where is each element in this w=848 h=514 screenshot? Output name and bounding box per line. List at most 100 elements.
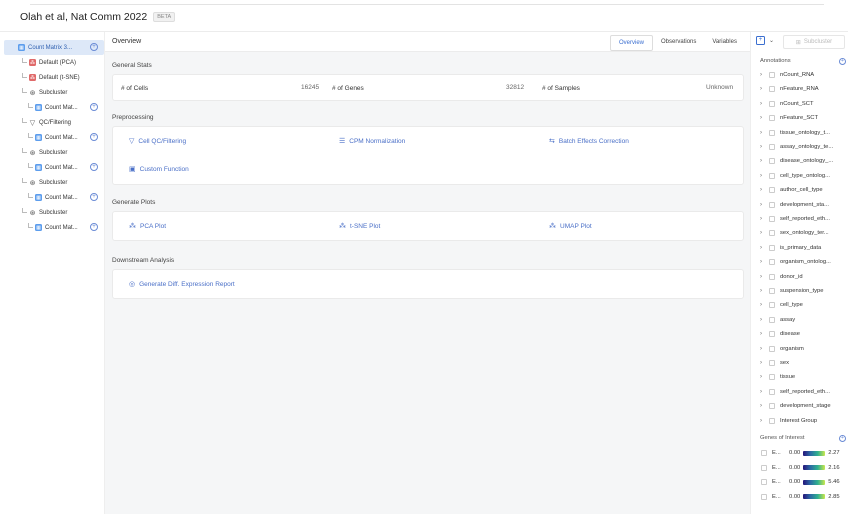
annotation-checkbox[interactable] [769,144,775,150]
gene-checkbox[interactable] [761,450,767,456]
add-child-button[interactable]: + [90,133,98,141]
add-child-button[interactable]: + [90,163,98,171]
annotation-checkbox[interactable] [769,345,775,352]
annotation-item[interactable]: › nFeature_RNA [760,82,819,96]
chevron-right-icon[interactable]: › [760,216,769,222]
tree-node[interactable]: ▦ Count Mat... + [4,130,104,145]
chevron-right-icon[interactable]: › [760,302,769,308]
add-child-button[interactable]: + [90,43,98,51]
annotation-checkbox[interactable] [769,388,775,395]
chevron-right-icon[interactable]: › [760,173,769,179]
tree-node[interactable]: ⊛ Subcluster [4,205,104,220]
annotation-checkbox[interactable] [769,244,775,251]
annotation-checkbox[interactable] [769,86,775,93]
chevron-right-icon[interactable]: › [760,274,769,280]
chevron-right-icon[interactable]: › [760,418,769,424]
annotation-item[interactable]: › organism [760,342,804,356]
annotation-item[interactable]: › self_reported_eth... [760,385,830,399]
annotation-checkbox[interactable] [769,374,775,381]
annotation-checkbox[interactable] [769,302,775,309]
annotation-checkbox[interactable] [769,259,775,266]
annotation-item[interactable]: › suspension_type [760,284,824,298]
chevron-right-icon[interactable]: › [760,245,769,251]
annotation-checkbox[interactable] [769,288,775,294]
tree-node[interactable]: ▽ QC/Filtering [4,115,104,130]
tree-node[interactable]: ⁂ Default (PCA) [4,55,104,70]
annotation-checkbox[interactable] [769,316,775,323]
annotation-item[interactable]: › cell_type [760,298,803,312]
add-child-button[interactable]: + [90,103,98,111]
umap-plot-button[interactable]: ⁂ UMAP Plot [549,222,592,231]
annotation-checkbox[interactable] [769,100,775,107]
annotation-checkbox[interactable] [769,172,775,179]
chevron-right-icon[interactable]: › [760,360,769,366]
tab-overview[interactable]: Overview [610,35,654,51]
cell-qc-filtering-button[interactable]: ▽ Cell QC/Filtering [129,137,186,146]
gene-checkbox[interactable] [761,493,767,500]
annotation-checkbox[interactable] [769,187,775,194]
annotation-item[interactable]: › donor_id [760,270,803,284]
annotation-item[interactable]: › nCount_SCT [760,97,814,111]
layout-icon[interactable]: + [756,36,765,45]
batch-effects-correction-button[interactable]: ⇆ Batch Effects Correction [549,137,629,146]
diff-expression-report-button[interactable]: ◎ Generate Diff. Expression Report [129,280,235,289]
annotation-item[interactable]: › assay_ontology_te... [760,140,833,154]
gene-item[interactable]: E... 0.00 2.85 [761,490,840,504]
tree-node[interactable]: ⊛ Subcluster [4,175,104,190]
tree-node[interactable]: ⊛ Subcluster [4,145,104,160]
tab-observations[interactable]: Observations [653,35,704,51]
annotation-item[interactable]: › disease_ontology_... [760,154,833,168]
subcluster-button[interactable]: ⊞ Subcluster [783,35,845,49]
tab-variables[interactable]: Variables [704,35,745,51]
annotation-item[interactable]: › sex [760,356,789,370]
chevron-right-icon[interactable]: › [760,130,769,136]
chevron-right-icon[interactable]: › [760,403,769,409]
gene-item[interactable]: E... 0.00 2.27 [761,446,840,460]
chevron-right-icon[interactable]: › [760,317,769,323]
add-annotation-button[interactable]: + [839,58,846,65]
chevron-right-icon[interactable]: › [760,389,769,395]
annotation-checkbox[interactable] [769,417,775,424]
tree-node[interactable]: ▦ Count Mat... + [4,190,104,205]
gene-checkbox[interactable] [761,464,767,471]
annotation-checkbox[interactable] [769,230,775,237]
gene-item[interactable]: E... 0.00 2.16 [761,461,840,475]
annotation-checkbox[interactable] [769,273,775,280]
tsne-plot-button[interactable]: ⁂ t-SNE Plot [339,222,380,231]
annotation-item[interactable]: › self_reported_eth... [760,212,830,226]
annotation-item[interactable]: › tissue_ontology_t... [760,126,830,140]
chevron-right-icon[interactable]: › [760,259,769,265]
annotation-checkbox[interactable] [769,403,775,410]
annotation-item[interactable]: › nCount_RNA [760,68,814,82]
chevron-right-icon[interactable]: › [760,158,769,164]
chevron-right-icon[interactable]: › [760,230,769,236]
add-child-button[interactable]: + [90,223,98,231]
add-gene-button[interactable]: + [839,435,846,442]
chevron-right-icon[interactable]: › [760,187,769,193]
annotation-item[interactable]: › assay [760,313,795,327]
annotation-checkbox[interactable] [769,216,775,222]
chevron-right-icon[interactable]: › [760,331,769,337]
custom-function-button[interactable]: ▣ Custom Function [129,165,189,174]
chevron-right-icon[interactable]: › [760,72,769,78]
annotation-item[interactable]: › Interest Group [760,414,817,428]
chevron-right-icon[interactable]: › [760,101,769,107]
pca-plot-button[interactable]: ⁂ PCA Plot [129,222,166,231]
annotation-checkbox[interactable] [769,129,775,136]
annotation-checkbox[interactable] [769,115,775,122]
annotation-checkbox[interactable] [769,331,775,338]
gene-item[interactable]: E... 0.00 5.46 [761,475,840,489]
add-child-button[interactable]: + [90,193,98,201]
annotation-checkbox[interactable] [769,360,775,366]
annotation-checkbox[interactable] [769,72,775,78]
chevron-right-icon[interactable]: › [760,288,769,294]
annotation-checkbox[interactable] [769,201,775,208]
tree-node[interactable]: ▦ Count Mat... + [4,160,104,175]
annotation-item[interactable]: › disease [760,327,800,341]
chevron-right-icon[interactable]: › [760,86,769,92]
annotation-item[interactable]: › is_primary_data [760,241,821,255]
annotation-item[interactable]: › author_cell_type [760,183,823,197]
annotation-checkbox[interactable] [769,158,775,165]
chevron-right-icon[interactable]: › [760,144,769,150]
cpm-normalization-button[interactable]: ☰ CPM Normalization [339,137,405,146]
